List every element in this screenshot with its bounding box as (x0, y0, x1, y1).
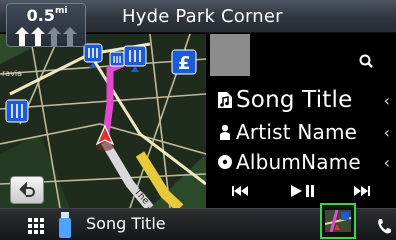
navigation-switch-button[interactable] (320, 203, 356, 239)
music-file-icon (214, 91, 236, 109)
area-label: ravia (2, 69, 22, 78)
turn-distance-unit: mi (54, 6, 68, 16)
song-title: Song Title (236, 87, 353, 113)
playback-controls (206, 180, 396, 202)
currency-poi-icon[interactable]: £ (171, 49, 197, 75)
album-name: AlbumName (236, 150, 361, 174)
artist-icon (214, 124, 236, 140)
chevron-left-icon[interactable]: ‹ (384, 153, 390, 172)
media-panel: Song Title ‹ Artist Name ‹ AlbumName ‹ (206, 34, 396, 208)
chevron-left-icon[interactable]: ‹ (384, 91, 390, 110)
usb-icon (59, 212, 71, 238)
menu-grid-icon[interactable] (27, 217, 45, 235)
previous-icon (232, 186, 248, 196)
street-name: Hyde Park Corner (122, 6, 283, 27)
play-pause-icon (291, 185, 314, 197)
album-art (210, 34, 250, 76)
poi-icon[interactable] (5, 99, 29, 123)
phone-icon[interactable] (376, 218, 392, 236)
turn-distance-value: 0.5 (26, 6, 55, 25)
back-button[interactable] (10, 176, 44, 204)
turn-distance: 0.5mi (7, 6, 87, 25)
chevron-left-icon[interactable]: ‹ (384, 123, 390, 142)
bottom-bar: Song Title (0, 203, 396, 240)
artist-name: Artist Name (236, 120, 358, 144)
back-arrow-icon (19, 182, 35, 197)
previous-track-button[interactable] (228, 180, 252, 202)
turn-guidance-box[interactable]: 0.5mi (6, 3, 86, 47)
song-title-row[interactable]: Song Title ‹ (214, 86, 396, 114)
disc-icon (214, 154, 236, 170)
next-track-button[interactable] (350, 180, 374, 202)
lane-guidance-icon (15, 27, 77, 46)
album-row[interactable]: AlbumName ‹ (214, 148, 396, 176)
artist-row[interactable]: Artist Name ‹ (214, 118, 396, 146)
poi-icon[interactable] (109, 51, 125, 67)
search-icon[interactable] (356, 51, 378, 73)
play-pause-button[interactable] (288, 180, 318, 202)
source-title[interactable]: Song Title (86, 214, 166, 233)
map-thumbnail-icon (325, 210, 351, 232)
svg-text:£: £ (178, 53, 191, 74)
next-icon (354, 186, 370, 196)
